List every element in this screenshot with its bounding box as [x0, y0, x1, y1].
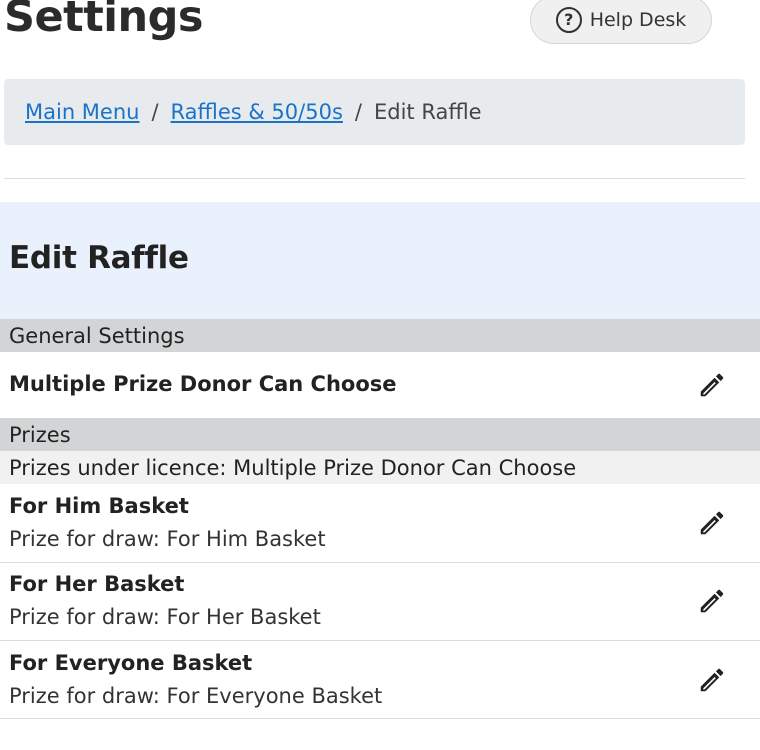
- prize-row: For Her Basket Prize for draw: For Her B…: [0, 563, 760, 641]
- page-header: Settings ? Help Desk: [0, 0, 760, 60]
- pencil-icon: [700, 668, 724, 692]
- prize-row: For Everyone Basket Prize for draw: For …: [0, 641, 760, 719]
- general-setting-title: Multiple Prize Donor Can Choose: [9, 372, 397, 396]
- prize-title: For Everyone Basket: [9, 651, 253, 675]
- panel-title: Edit Raffle: [9, 240, 189, 276]
- edit-general-button[interactable]: [693, 366, 731, 404]
- edit-prize-button[interactable]: [693, 504, 731, 542]
- general-setting-row: Multiple Prize Donor Can Choose: [0, 352, 760, 418]
- prize-subtitle: Prize for draw: For Her Basket: [9, 605, 321, 629]
- prize-title: For Him Basket: [9, 494, 189, 518]
- pencil-icon: [700, 511, 724, 535]
- prize-title: For Her Basket: [9, 572, 185, 596]
- prizes-licence-label: Prizes under licence: Multiple Prize Don…: [0, 451, 760, 484]
- breadcrumb-separator: /: [354, 100, 362, 124]
- breadcrumb-separator: /: [151, 100, 159, 124]
- breadcrumb-main-menu[interactable]: Main Menu: [25, 100, 139, 124]
- prize-subtitle: Prize for draw: For Everyone Basket: [9, 684, 383, 708]
- breadcrumb-current: Edit Raffle: [373, 100, 482, 124]
- prize-row: For Him Basket Prize for draw: For Him B…: [0, 484, 760, 563]
- breadcrumb-raffles[interactable]: Raffles & 50/50s: [171, 100, 343, 124]
- page-title: Settings: [4, 0, 203, 42]
- help-desk-label: Help Desk: [589, 9, 687, 31]
- section-general-settings: General Settings: [0, 319, 760, 352]
- pencil-icon: [700, 373, 724, 397]
- section-prizes: Prizes: [0, 418, 760, 451]
- prize-subtitle: Prize for draw: For Him Basket: [9, 527, 326, 551]
- question-circle-icon: ?: [555, 7, 582, 33]
- divider: [4, 178, 745, 179]
- pencil-icon: [700, 589, 724, 613]
- panel-header: Edit Raffle: [0, 202, 760, 319]
- edit-prize-button[interactable]: [693, 661, 731, 699]
- help-desk-button[interactable]: ? Help Desk: [530, 0, 712, 44]
- edit-prize-button[interactable]: [693, 582, 731, 620]
- breadcrumb: Main Menu / Raffles & 50/50s / Edit Raff…: [4, 79, 745, 145]
